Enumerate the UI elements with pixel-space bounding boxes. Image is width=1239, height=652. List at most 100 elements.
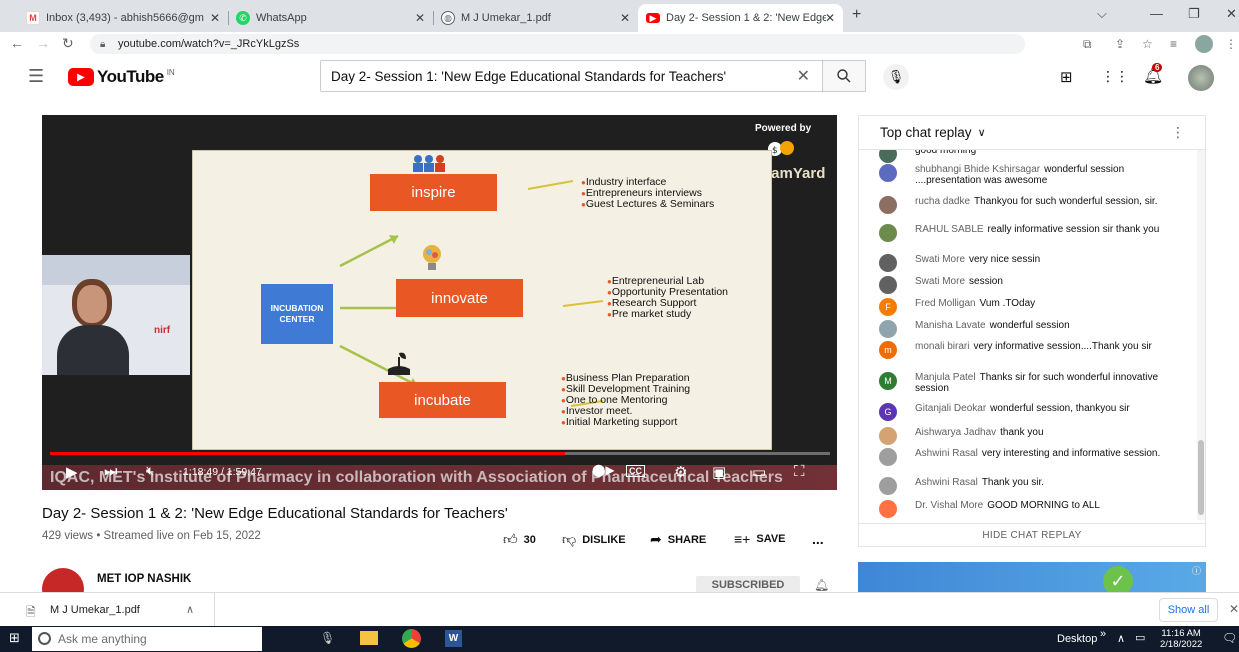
chat-author[interactable]: Dr. Vishal More: [915, 500, 983, 511]
word-icon[interactable]: W: [445, 630, 462, 647]
tab-search-chevron-icon[interactable]: ⌵: [1097, 6, 1107, 22]
chat-avatar[interactable]: [879, 448, 897, 466]
video-player[interactable]: Powered by $ StreamYard INCUBATION CENTE…: [42, 115, 837, 490]
chat-avatar[interactable]: [879, 477, 897, 495]
theater-mode-icon[interactable]: ▭: [752, 463, 766, 481]
chat-avatar[interactable]: G: [879, 403, 897, 421]
chat-header[interactable]: Top chat replay ∨ ⋮: [859, 116, 1205, 150]
notifications-bell-icon[interactable]: 🔔︎ 6: [1143, 63, 1163, 86]
windows-start-icon[interactable]: ⊞: [9, 630, 20, 646]
chat-scrollbar[interactable]: [1197, 150, 1205, 520]
chat-author[interactable]: Ashwini Rasal: [915, 448, 978, 459]
show-all-downloads-button[interactable]: Show all: [1159, 598, 1218, 622]
play-icon[interactable]: ▶: [66, 463, 78, 481]
chat-author[interactable]: Gitanjali Deokar: [915, 403, 986, 414]
download-options-chevron-icon[interactable]: ∧: [186, 603, 194, 616]
chat-avatar[interactable]: [879, 427, 897, 445]
close-tab-icon[interactable]: ✕: [415, 11, 425, 25]
tab-pdf[interactable]: ◍ M J Umekar_1.pdf ✕: [433, 4, 638, 32]
close-tab-icon[interactable]: ✕: [825, 11, 835, 25]
new-tab-button[interactable]: +: [852, 6, 861, 24]
create-video-icon[interactable]: ⊞: [1060, 68, 1073, 86]
browser-menu-icon[interactable]: ⋮: [1225, 37, 1237, 51]
hidden-icons-chevron-icon[interactable]: ∧: [1117, 632, 1125, 645]
more-actions-button[interactable]: ...: [812, 531, 824, 547]
profile-avatar[interactable]: [1195, 35, 1213, 53]
chat-author[interactable]: Fred Molligan: [915, 298, 976, 309]
chat-avatar[interactable]: [879, 320, 897, 338]
search-input[interactable]: Day 2- Session 1: 'New Edge Educational …: [320, 60, 823, 92]
chat-avatar[interactable]: [879, 164, 897, 182]
chrome-icon[interactable]: [402, 629, 421, 648]
clear-search-icon[interactable]: ✕: [797, 66, 810, 86]
back-arrow-icon[interactable]: ←: [10, 35, 24, 51]
captions-icon[interactable]: CC: [626, 465, 645, 477]
hide-chat-replay-button[interactable]: HIDE CHAT REPLAY: [859, 523, 1205, 547]
chat-author[interactable]: monali birari: [915, 341, 969, 352]
restore-button[interactable]: ❐: [1188, 6, 1200, 22]
chat-avatar[interactable]: [879, 196, 897, 214]
voice-search-mic-icon[interactable]: 🎙︎: [883, 64, 909, 90]
taskbar-search-input[interactable]: Ask me anything: [32, 627, 262, 651]
sidebar-ad-banner[interactable]: ✓ ⓘ: [858, 562, 1206, 594]
progress-bar[interactable]: [50, 452, 830, 455]
next-video-icon[interactable]: ⏭︎: [104, 463, 118, 480]
close-window-button[interactable]: ✕: [1226, 6, 1237, 22]
tab-gmail[interactable]: M Inbox (3,493) - abhish5666@gm ✕: [18, 4, 228, 32]
install-app-icon[interactable]: ⧉: [1083, 37, 1092, 52]
chat-author[interactable]: Manisha Lavate: [915, 320, 986, 331]
chat-author[interactable]: RAHUL SABLE: [915, 224, 984, 235]
channel-name[interactable]: MET IOP NASHIK: [97, 573, 191, 585]
settings-gear-icon[interactable]: ⚙︎: [674, 463, 687, 481]
search-button[interactable]: [822, 60, 866, 92]
close-tab-icon[interactable]: ✕: [210, 11, 220, 25]
toolbar-expand-icon[interactable]: »: [1100, 628, 1106, 640]
ad-info-icon[interactable]: ⓘ: [1192, 564, 1201, 577]
chat-author[interactable]: rucha dadke: [915, 196, 970, 207]
desktop-toolbar-label[interactable]: Desktop: [1057, 633, 1097, 645]
account-avatar[interactable]: [1188, 65, 1214, 91]
notification-bell-icon[interactable]: 🔔︎: [814, 578, 829, 592]
chat-author[interactable]: shubhangi Bhide Kshirsagar: [915, 164, 1040, 175]
save-button[interactable]: ≡+ SAVE: [734, 531, 786, 547]
chat-avatar[interactable]: [879, 254, 897, 272]
chat-avatar[interactable]: m: [879, 341, 897, 359]
miniplayer-icon[interactable]: ▣: [712, 463, 726, 481]
network-icon[interactable]: ▭: [1135, 631, 1145, 644]
chat-author[interactable]: Aishwarya Jadhav: [915, 427, 996, 438]
chat-avatar[interactable]: F: [879, 298, 897, 316]
chat-avatar[interactable]: M: [879, 372, 897, 390]
close-tab-icon[interactable]: ✕: [620, 11, 630, 25]
youtube-logo[interactable]: ▶ YouTube IN: [68, 67, 175, 87]
chat-author[interactable]: Swati More: [915, 254, 965, 265]
reload-icon[interactable]: ↻: [62, 35, 74, 52]
hamburger-menu-icon[interactable]: ☰: [28, 66, 44, 87]
chat-avatar[interactable]: [879, 276, 897, 294]
file-explorer-icon[interactable]: [360, 631, 378, 645]
reading-list-icon[interactable]: ≡: [1170, 37, 1177, 51]
bookmark-star-icon[interactable]: ☆: [1142, 37, 1153, 51]
autoplay-toggle[interactable]: ⬤▶: [592, 463, 615, 477]
minimize-button[interactable]: —: [1150, 6, 1163, 21]
chat-author[interactable]: Manjula Patel: [915, 372, 976, 383]
download-filename[interactable]: M J Umekar_1.pdf: [50, 604, 140, 616]
apps-grid-icon[interactable]: ⋮⋮: [1101, 68, 1129, 85]
chat-author[interactable]: Swati More: [915, 276, 965, 287]
close-download-bar-icon[interactable]: ✕: [1229, 602, 1239, 616]
share-page-icon[interactable]: ⇪: [1115, 37, 1125, 51]
chat-message-list[interactable]: good morning shubhangi Bhide Kshirsagar w…: [859, 150, 1197, 520]
like-button[interactable]: 👍︎ 30: [503, 531, 536, 548]
dislike-button[interactable]: 👎︎ DISLIKE: [562, 531, 626, 548]
microphone-icon[interactable]: 🎙︎: [320, 631, 335, 645]
tab-whatsapp[interactable]: ✆ WhatsApp ✕: [228, 4, 433, 32]
system-clock[interactable]: 11:16 AM 2/18/2022: [1160, 628, 1202, 650]
action-center-icon[interactable]: 🗨︎: [1222, 631, 1237, 645]
forward-arrow-icon[interactable]: →: [36, 35, 50, 51]
chat-menu-icon[interactable]: ⋮: [1171, 124, 1185, 141]
chat-avatar[interactable]: [879, 224, 897, 242]
mute-icon[interactable]: 🔇︎: [146, 463, 154, 479]
share-button[interactable]: ➦ SHARE: [650, 531, 706, 548]
url-input[interactable]: 🔒︎ youtube.com/watch?v=_JRcYkLgzSs: [90, 34, 1025, 54]
fullscreen-icon[interactable]: ⛶: [794, 463, 805, 480]
tab-youtube[interactable]: ▶ Day 2- Session 1 & 2: 'New Edge ✕: [638, 4, 843, 32]
